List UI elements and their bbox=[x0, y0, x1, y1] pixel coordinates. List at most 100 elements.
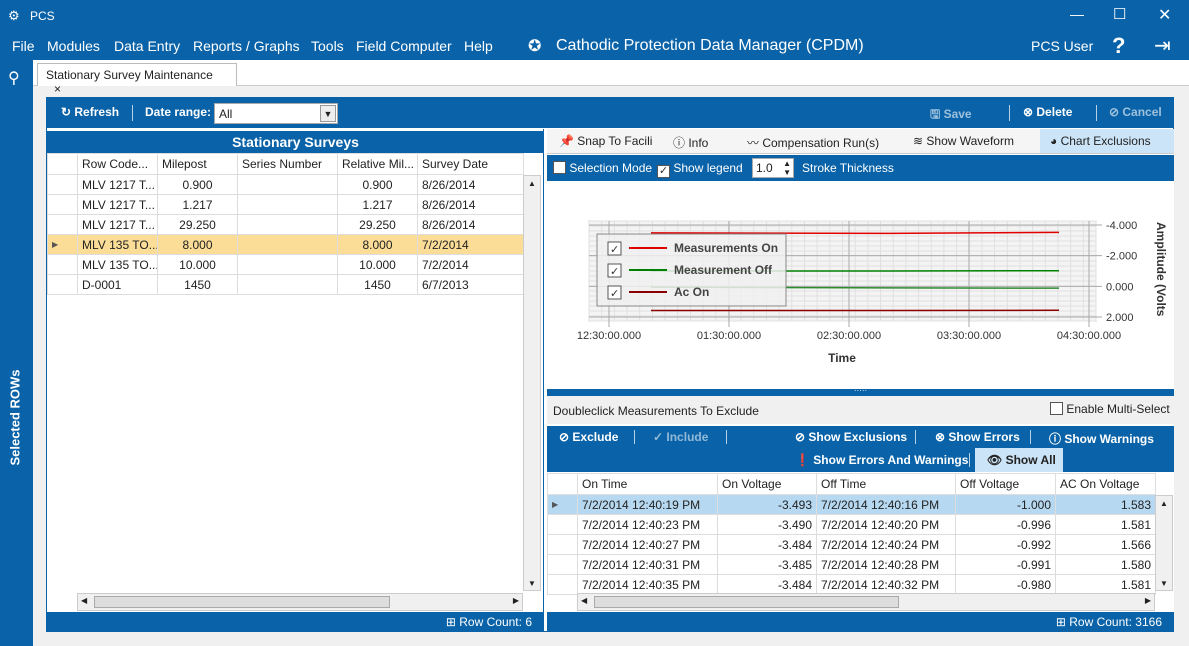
table-cell[interactable]: -3.485 bbox=[717, 554, 817, 575]
table-cell[interactable]: MLV 135 TO... bbox=[77, 254, 158, 275]
table-row[interactable]: MLV 1217 T... 0.900 0.900 8/26/2014 bbox=[47, 174, 524, 195]
table-row[interactable]: 7/2/2014 12:40:31 PM -3.485 7/2/2014 12:40… bbox=[547, 554, 1156, 575]
maximize-button[interactable]: ☐ bbox=[1113, 5, 1126, 23]
table-cell[interactable]: 10.000 bbox=[157, 254, 238, 275]
table-cell[interactable]: -3.493 bbox=[717, 494, 817, 515]
table-cell[interactable]: 1450 bbox=[157, 274, 238, 295]
show-exclusions-button[interactable]: ⊘ Show Exclusions bbox=[795, 430, 907, 444]
user-name[interactable]: PCS User bbox=[1031, 38, 1093, 54]
table-cell[interactable]: 1.581 bbox=[1055, 514, 1156, 535]
close-window-button[interactable]: ✕ bbox=[1158, 5, 1171, 25]
menu-field-computer[interactable]: Field Computer bbox=[356, 38, 452, 54]
table-row[interactable]: D-0001 1450 1450 6/7/2013 bbox=[47, 274, 524, 295]
table-cell[interactable]: 7/2/2014 12:40:19 PM bbox=[577, 494, 718, 515]
chevron-down-icon[interactable]: ▼ bbox=[320, 105, 336, 122]
table-cell[interactable]: 0.900 bbox=[337, 174, 418, 195]
table-cell[interactable] bbox=[237, 214, 338, 235]
table-cell[interactable]: 7/2/2014 12:40:32 PM bbox=[816, 574, 956, 595]
scroll-thumb[interactable] bbox=[94, 596, 390, 608]
table-cell[interactable]: 1.580 bbox=[1055, 554, 1156, 575]
help-icon[interactable]: ? bbox=[1112, 33, 1125, 59]
table-cell[interactable]: MLV 1217 T... bbox=[77, 214, 158, 235]
table-cell[interactable]: 8.000 bbox=[337, 234, 418, 255]
show-legend-checkbox[interactable]: ✓ Show legend bbox=[657, 161, 743, 178]
table-cell[interactable] bbox=[237, 254, 338, 275]
table-cell[interactable]: 1450 bbox=[337, 274, 418, 295]
search-icon[interactable]: ⚲ bbox=[8, 68, 20, 88]
table-row[interactable]: ▶ MLV 135 TO... 8.000 8.000 7/2/2014 bbox=[47, 234, 524, 255]
show-all-button[interactable]: 👁 Show All bbox=[975, 448, 1063, 472]
horizontal-scrollbar[interactable]: ◀ ▶ bbox=[77, 593, 523, 611]
table-cell[interactable]: 7/2/2014 12:40:35 PM bbox=[577, 574, 718, 595]
cancel-button[interactable]: ⊘ Cancel bbox=[1109, 105, 1162, 119]
table-cell[interactable]: -1.000 bbox=[955, 494, 1056, 515]
show-errors-button[interactable]: ⊗ Show Errors bbox=[935, 430, 1020, 444]
table-row[interactable]: MLV 135 TO... 10.000 10.000 7/2/2014 bbox=[47, 254, 524, 275]
table-cell[interactable] bbox=[237, 174, 338, 195]
save-button[interactable]: 🖫 Save bbox=[930, 105, 972, 126]
table-cell[interactable]: 6/7/2013 bbox=[417, 274, 524, 295]
table-cell[interactable]: 7/2/2014 bbox=[417, 254, 524, 275]
table-cell[interactable]: MLV 135 TO... bbox=[77, 234, 158, 255]
minimize-button[interactable]: — bbox=[1070, 6, 1084, 22]
table-cell[interactable]: -3.490 bbox=[717, 514, 817, 535]
measurements-horizontal-scrollbar[interactable]: ◀ ▶ bbox=[577, 593, 1155, 611]
table-cell[interactable]: 7/2/2014 12:40:28 PM bbox=[816, 554, 956, 575]
table-row[interactable]: 7/2/2014 12:40:23 PM -3.490 7/2/2014 12:40… bbox=[547, 514, 1156, 535]
table-cell[interactable]: 7/2/2014 bbox=[417, 234, 524, 255]
table-cell[interactable]: MLV 1217 T... bbox=[77, 194, 158, 215]
column-header[interactable]: Relative Mil... bbox=[337, 153, 418, 175]
logout-icon[interactable]: ⇥ bbox=[1154, 33, 1171, 58]
table-cell[interactable]: 1.566 bbox=[1055, 534, 1156, 555]
table-cell[interactable]: 8/26/2014 bbox=[417, 174, 524, 195]
table-row[interactable]: ▶ 7/2/2014 12:40:19 PM -3.493 7/2/2014 12:4… bbox=[547, 494, 1156, 515]
exclude-button[interactable]: ⊘ Exclude bbox=[559, 430, 618, 444]
table-cell[interactable]: 1.217 bbox=[157, 194, 238, 215]
show-warnings-button[interactable]: ⓘ Show Warnings bbox=[1049, 430, 1154, 447]
table-row[interactable]: MLV 1217 T... 29.250 29.250 8/26/2014 bbox=[47, 214, 524, 235]
column-header[interactable]: Row Code... bbox=[77, 153, 158, 175]
table-cell[interactable]: -3.484 bbox=[717, 534, 817, 555]
date-range-select[interactable]: All ▼ bbox=[214, 103, 338, 124]
vertical-scrollbar[interactable]: ▲ ▼ bbox=[523, 175, 541, 591]
table-cell[interactable]: 1.217 bbox=[337, 194, 418, 215]
selection-mode-checkbox[interactable]: Selection Mode bbox=[553, 161, 652, 175]
menu-modules[interactable]: Modules bbox=[47, 38, 100, 54]
selected-rows-panel[interactable]: ⚲ Selected ROWs bbox=[0, 60, 33, 646]
column-header[interactable]: AC On Voltage bbox=[1055, 473, 1156, 495]
delete-button[interactable]: ⊗ Delete bbox=[1023, 105, 1072, 119]
table-cell[interactable]: 1.581 bbox=[1055, 574, 1156, 595]
table-cell[interactable]: -0.991 bbox=[955, 554, 1056, 575]
table-cell[interactable]: 1.583 bbox=[1055, 494, 1156, 515]
show-waveform-button[interactable]: ≋ Show Waveform bbox=[913, 134, 1014, 148]
table-cell[interactable]: 7/2/2014 12:40:27 PM bbox=[577, 534, 718, 555]
table-cell[interactable]: 7/2/2014 12:40:24 PM bbox=[816, 534, 956, 555]
table-cell[interactable]: 7/2/2014 12:40:16 PM bbox=[816, 494, 956, 515]
table-cell[interactable]: 0.900 bbox=[157, 174, 238, 195]
column-header[interactable]: On Voltage bbox=[717, 473, 817, 495]
include-button[interactable]: ✓ Include bbox=[653, 430, 708, 444]
info-button[interactable]: ⓘ Info bbox=[673, 134, 708, 151]
line-chart[interactable]: 12:30:00.000 01:30:00.000 02:30:00.000 03:3… bbox=[547, 182, 1174, 389]
table-cell[interactable]: 10.000 bbox=[337, 254, 418, 275]
menu-help[interactable]: Help bbox=[464, 38, 493, 54]
table-cell[interactable] bbox=[237, 234, 338, 255]
enable-multi-select-checkbox[interactable]: Enable Multi-Select bbox=[1050, 402, 1170, 416]
show-errors-and-warnings-button[interactable]: ❗ Show Errors And Warnings bbox=[795, 453, 968, 467]
measurements-vertical-scrollbar[interactable]: ▲ ▼ bbox=[1155, 495, 1173, 591]
close-tab-icon[interactable]: × bbox=[54, 82, 61, 96]
horizontal-splitter[interactable]: ····· bbox=[547, 387, 1174, 396]
chart-exclusions-button[interactable]: ◕ Chart Exclusions bbox=[1040, 129, 1174, 153]
table-cell[interactable]: -3.484 bbox=[717, 574, 817, 595]
column-header[interactable]: Milepost bbox=[157, 153, 238, 175]
table-cell[interactable]: 29.250 bbox=[337, 214, 418, 235]
compensation-runs-button[interactable]: 〰 Compensation Run(s) bbox=[747, 134, 879, 151]
stroke-thickness-stepper[interactable]: 1.0 ▲ ▼ bbox=[752, 158, 794, 178]
table-row[interactable]: 7/2/2014 12:40:27 PM -3.484 7/2/2014 12:40… bbox=[547, 534, 1156, 555]
table-row[interactable]: MLV 1217 T... 1.217 1.217 8/26/2014 bbox=[47, 194, 524, 215]
table-cell[interactable]: -0.992 bbox=[955, 534, 1056, 555]
refresh-button[interactable]: ↻ Refresh bbox=[61, 105, 119, 119]
table-cell[interactable] bbox=[237, 274, 338, 295]
table-cell[interactable]: 8.000 bbox=[157, 234, 238, 255]
table-cell[interactable]: -0.980 bbox=[955, 574, 1056, 595]
